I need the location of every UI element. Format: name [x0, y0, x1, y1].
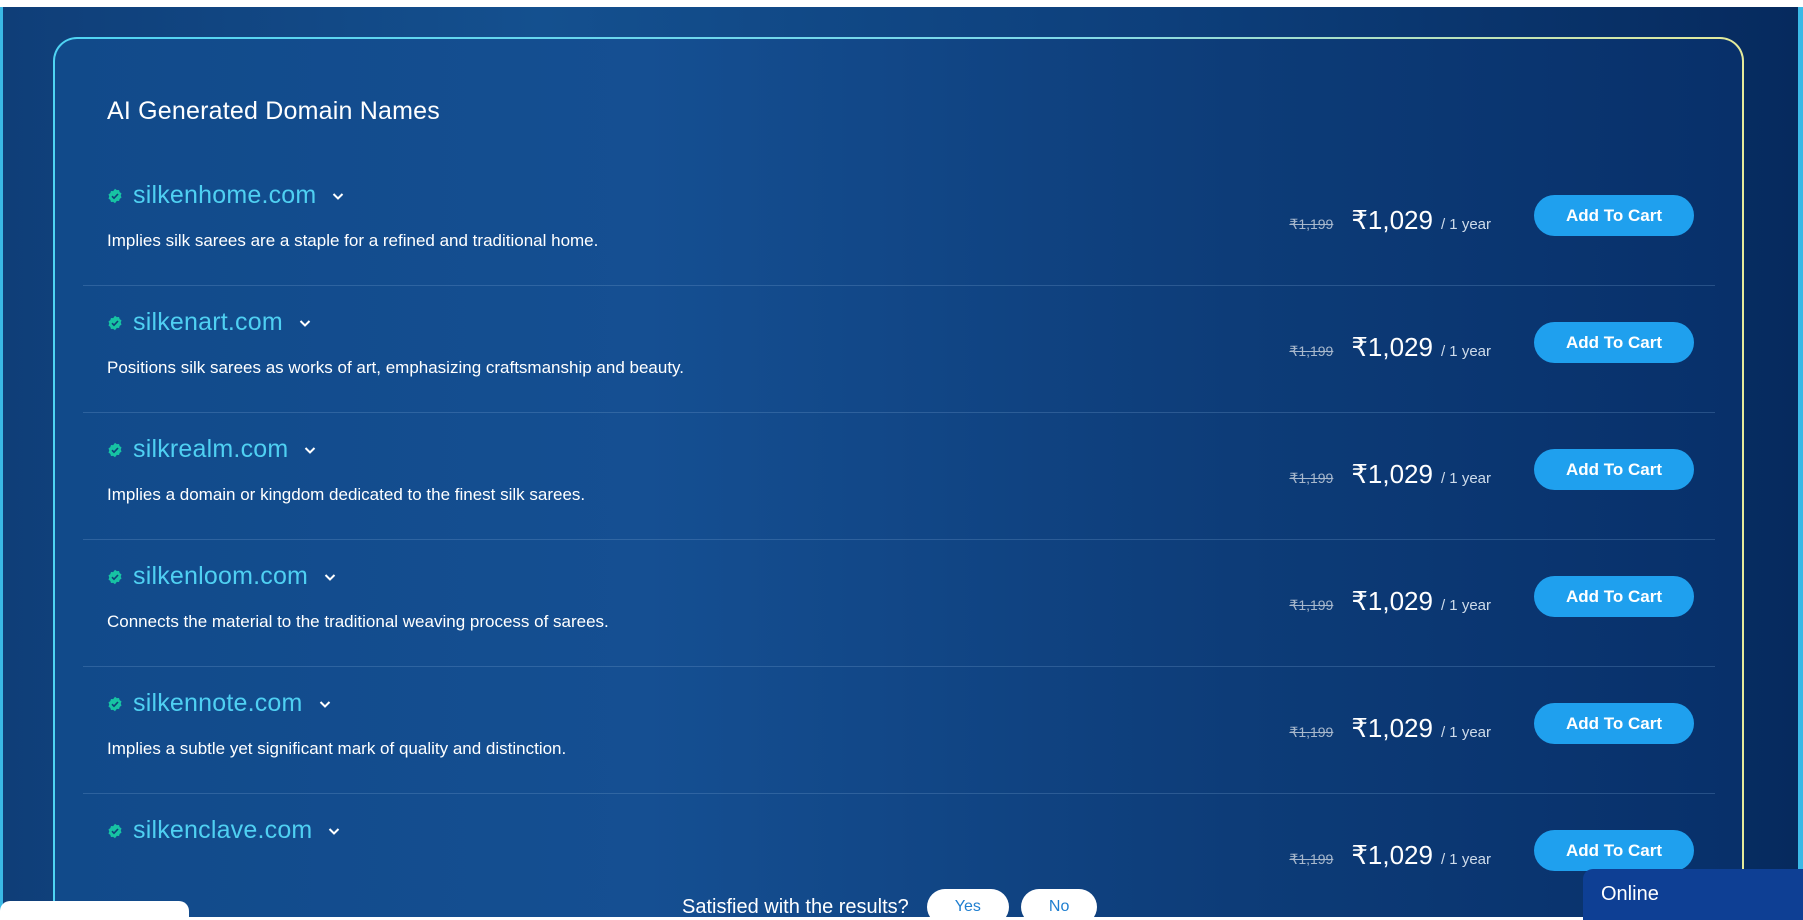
price-block: ₹1,199 ₹1,029 / 1 year	[1289, 332, 1491, 363]
domain-name[interactable]: silkenloom.com	[133, 562, 308, 591]
add-to-cart-button[interactable]: Add To Cart	[1534, 322, 1694, 363]
domain-name[interactable]: silkenhome.com	[133, 181, 316, 210]
domain-result-row: silkennote.com Implies a subtle yet sign…	[83, 667, 1715, 794]
feedback-yes-button[interactable]: Yes	[926, 889, 1009, 920]
domain-results-card: AI Generated Domain Names silkenhome.com…	[53, 37, 1744, 920]
domain-description: Implies a domain or kingdom dedicated to…	[107, 485, 586, 504]
chat-status-label: Online	[1601, 883, 1659, 905]
feedback-bar: Satisfied with the results? Yes No	[682, 889, 1109, 920]
domain-line[interactable]: silkrealm.com	[107, 435, 318, 464]
current-price: ₹1,029	[1351, 459, 1433, 489]
feedback-no-button[interactable]: No	[1020, 889, 1098, 920]
verified-badge-icon	[107, 188, 123, 204]
domain-line[interactable]: silkenart.com	[107, 308, 313, 337]
current-price: ₹1,029	[1351, 713, 1433, 743]
left-accent-strip	[0, 7, 3, 917]
section-title: AI Generated Domain Names	[107, 97, 440, 125]
feedback-question: Satisfied with the results?	[682, 895, 909, 918]
price-period: / 1 year	[1440, 724, 1491, 741]
right-accent-strip	[1798, 7, 1803, 917]
price-block: ₹1,199 ₹1,029 / 1 year	[1289, 459, 1491, 490]
domain-line[interactable]: silkenloom.com	[107, 562, 338, 591]
domain-description: Connects the material to the traditional…	[107, 612, 609, 631]
domain-description: Implies a subtle yet significant mark of…	[107, 739, 567, 758]
verified-badge-icon	[107, 823, 123, 839]
old-price: ₹1,199	[1289, 470, 1334, 486]
domain-name[interactable]: silkenart.com	[133, 308, 283, 337]
chevron-down-icon[interactable]	[297, 315, 313, 331]
domain-result-row: silkrealm.com Implies a domain or kingdo…	[83, 413, 1715, 540]
price-block: ₹1,199 ₹1,029 / 1 year	[1289, 713, 1491, 744]
domain-description: Implies silk sarees are a staple for a r…	[107, 231, 599, 250]
price-block: ₹1,199 ₹1,029 / 1 year	[1289, 586, 1491, 617]
current-price: ₹1,029	[1351, 205, 1433, 235]
current-price: ₹1,029	[1351, 586, 1433, 616]
price-period: / 1 year	[1440, 851, 1491, 868]
domain-description: Positions silk sarees as works of art, e…	[107, 358, 685, 377]
chevron-down-icon[interactable]	[317, 696, 333, 712]
add-to-cart-button[interactable]: Add To Cart	[1534, 449, 1694, 490]
verified-badge-icon	[107, 569, 123, 585]
verified-badge-icon	[107, 442, 123, 458]
domain-result-row: silkenart.com Positions silk sarees as w…	[83, 286, 1715, 413]
price-period: / 1 year	[1440, 343, 1491, 360]
add-to-cart-button[interactable]: Add To Cart	[1534, 576, 1694, 617]
viewport: AI Generated Domain Names silkenhome.com…	[0, 0, 1803, 920]
price-period: / 1 year	[1440, 216, 1491, 233]
current-price: ₹1,029	[1351, 332, 1433, 362]
price-period: / 1 year	[1440, 597, 1491, 614]
chevron-down-icon[interactable]	[326, 823, 342, 839]
price-block: ₹1,199 ₹1,029 / 1 year	[1289, 840, 1491, 871]
old-price: ₹1,199	[1289, 851, 1334, 867]
add-to-cart-button[interactable]: Add To Cart	[1534, 830, 1694, 871]
add-to-cart-button[interactable]: Add To Cart	[1534, 195, 1694, 236]
domain-name[interactable]: silkennote.com	[133, 689, 303, 718]
price-period: / 1 year	[1440, 470, 1491, 487]
chevron-down-icon[interactable]	[330, 188, 346, 204]
price-block: ₹1,199 ₹1,029 / 1 year	[1289, 205, 1491, 236]
domain-result-row: silkenhome.com Implies silk sarees are a…	[83, 159, 1715, 286]
verified-badge-icon	[107, 696, 123, 712]
old-price: ₹1,199	[1289, 597, 1334, 613]
domain-name[interactable]: silkrealm.com	[133, 435, 288, 464]
domain-name[interactable]: silkenclave.com	[133, 816, 312, 845]
chevron-down-icon[interactable]	[322, 569, 338, 585]
domain-result-row: silkenloom.com Connects the material to …	[83, 540, 1715, 667]
domain-line[interactable]: silkennote.com	[107, 689, 333, 718]
chevron-down-icon[interactable]	[302, 442, 318, 458]
domain-results-list: silkenhome.com Implies silk sarees are a…	[83, 159, 1715, 920]
old-price: ₹1,199	[1289, 343, 1334, 359]
current-price: ₹1,029	[1351, 840, 1433, 870]
old-price: ₹1,199	[1289, 216, 1334, 232]
verified-badge-icon	[107, 315, 123, 331]
add-to-cart-button[interactable]: Add To Cart	[1534, 703, 1694, 744]
domain-line[interactable]: silkenhome.com	[107, 181, 346, 210]
chat-status-tab[interactable]: Online	[1583, 869, 1803, 920]
old-price: ₹1,199	[1289, 724, 1334, 740]
domain-line[interactable]: silkenclave.com	[107, 816, 342, 845]
